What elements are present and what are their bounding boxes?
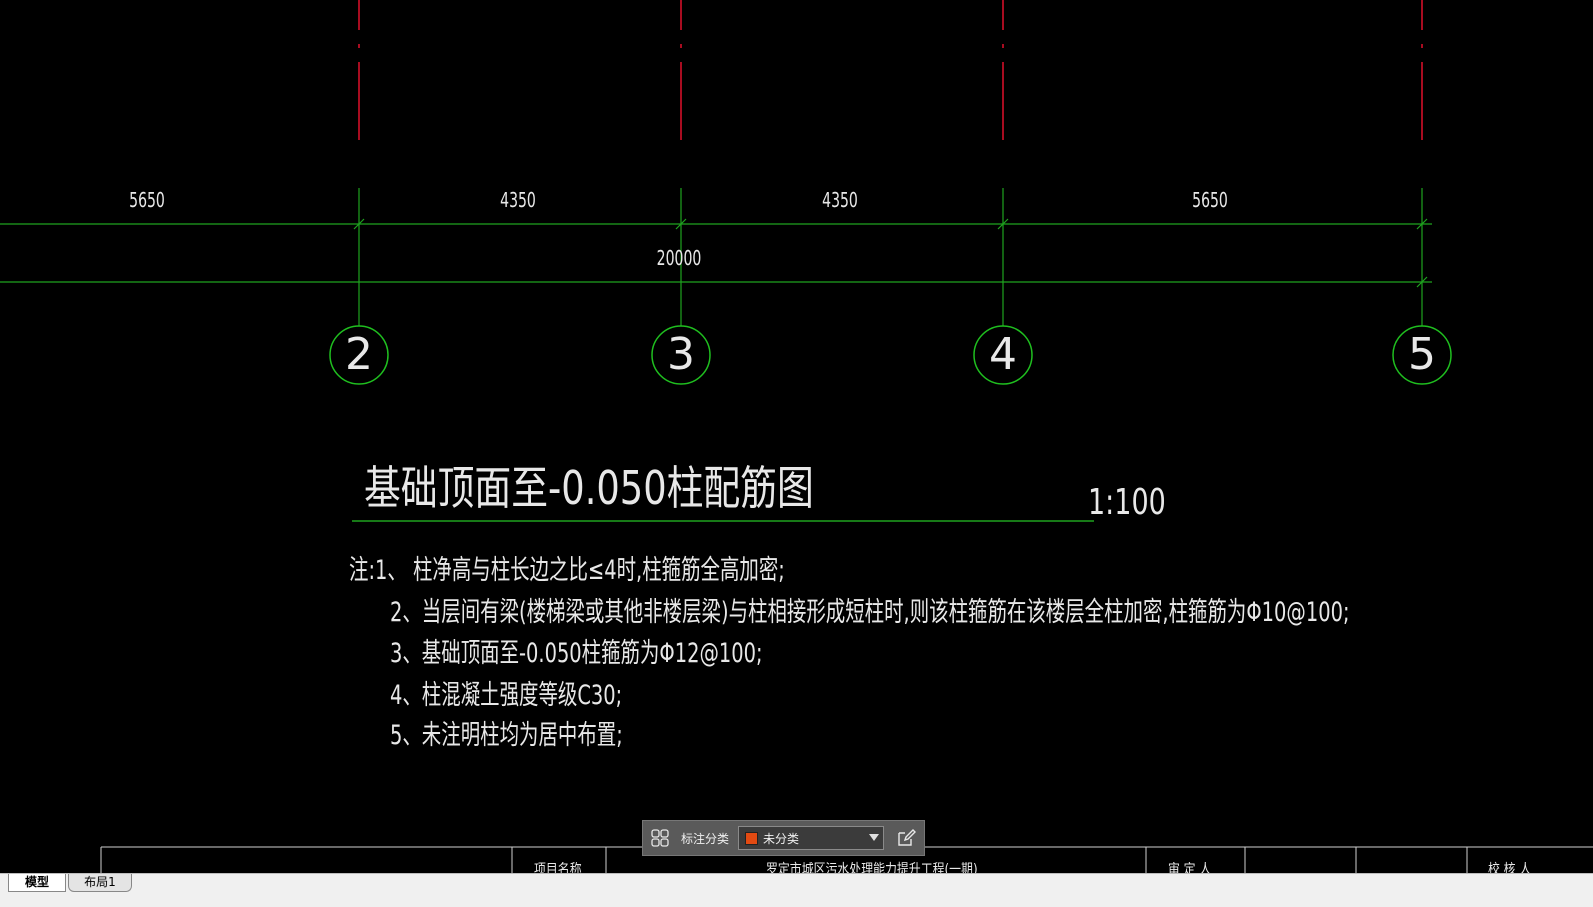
- annotation-category-label: 标注分类: [681, 831, 730, 846]
- drawing-scale: 1:100: [1088, 482, 1166, 523]
- drawing-lines: [0, 0, 1593, 888]
- category-color-swatch: [745, 831, 758, 845]
- note-line: 4、柱混凝土强度等级C30;: [390, 680, 623, 711]
- drawing-canvas[interactable]: 5650 4350 4350 5650 20000 2 3 4 5 基础顶面至-…: [0, 0, 1593, 888]
- drawing-title: 基础顶面至-0.050柱配筋图: [364, 461, 814, 515]
- tab-model[interactable]: 模型: [8, 874, 66, 892]
- axis-label: 4: [989, 329, 1017, 380]
- note-line: 注:1、 柱净高与柱长边之比≤4时,柱箍筋全高加密;: [349, 555, 785, 586]
- annotation-category-toolbar: 标注分类 未分类: [642, 820, 925, 856]
- dimension-text: 5650: [129, 188, 165, 212]
- note-line: 3、基础顶面至-0.050柱箍筋为Φ12@100;: [390, 638, 763, 669]
- dimension-text: 4350: [500, 188, 536, 212]
- axis-lines: [358, 0, 1423, 140]
- axis-label: 3: [667, 329, 695, 380]
- edit-icon[interactable]: [893, 825, 919, 851]
- annotation-category-select[interactable]: 未分类: [738, 826, 884, 850]
- tab-layout1[interactable]: 布局1: [68, 874, 132, 892]
- note-line: 2、当层间有梁(楼梯梁或其他非楼层梁)与柱相接形成短柱时,则该柱箍筋在该楼层全柱…: [390, 597, 1350, 628]
- axis-circles: [329, 325, 1452, 385]
- dimension-total-text: 20000: [656, 246, 702, 270]
- chevron-down-icon: [869, 834, 879, 841]
- dimension-text: 5650: [1192, 188, 1228, 212]
- grid-icon[interactable]: [643, 821, 677, 855]
- dimension-text: 4350: [822, 188, 858, 212]
- axis-label: 2: [345, 329, 373, 380]
- layout-tab-bar: 模型 布局1: [0, 873, 1593, 907]
- category-selected-value: 未分类: [763, 831, 800, 846]
- note-line: 5、未注明柱均为居中布置;: [390, 720, 623, 751]
- axis-label: 5: [1408, 329, 1436, 380]
